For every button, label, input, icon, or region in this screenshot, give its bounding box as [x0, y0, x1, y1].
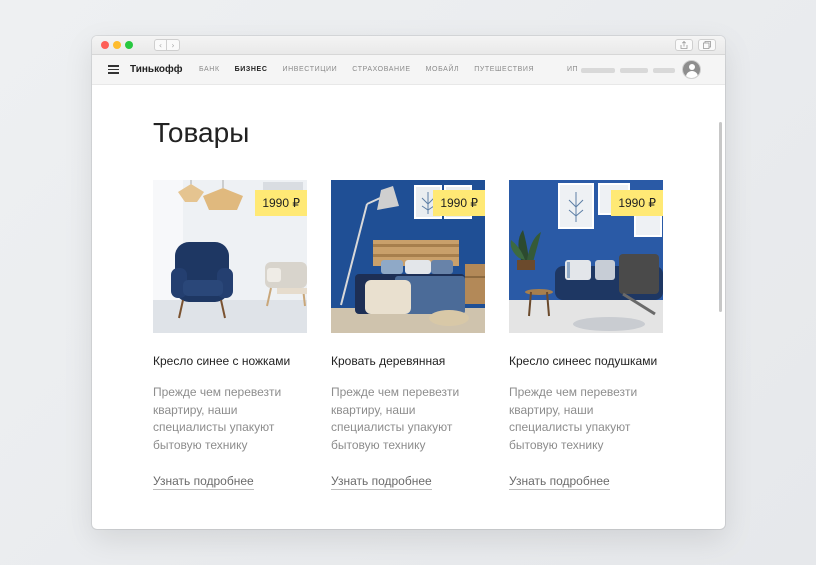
blurred-user-name	[620, 68, 648, 73]
price-badge: 1990 ₽	[433, 190, 485, 216]
product-description: Прежде чем перевезти квартиру, наши спец…	[331, 385, 460, 452]
site-header: Тинькофф Банк Бизнес Инвестиции Страхова…	[92, 55, 725, 85]
product-image-armchair[interactable]: 1990 ₽	[153, 180, 307, 333]
nav-item-insurance[interactable]: Страхование	[352, 66, 410, 73]
forward-icon[interactable]: ›	[167, 39, 180, 51]
browser-window: ‹ › Тинькофф Банк Бизнес Инвестиции Стра…	[92, 36, 725, 529]
price-badge: 1990 ₽	[611, 190, 663, 216]
avatar[interactable]	[682, 60, 701, 79]
history-nav: ‹ ›	[154, 39, 180, 51]
page-content: Товары 1990 ₽ Кресло синее с ножками Пре…	[92, 86, 725, 529]
page-title: Товары	[153, 117, 250, 148]
product-card: 1990 ₽ Кресло синее с ножками Прежде чем…	[153, 180, 307, 490]
scrollbar[interactable]	[719, 122, 722, 312]
menu-icon[interactable]	[108, 65, 119, 74]
product-description: Прежде чем перевезти квартиру, наши спец…	[509, 385, 638, 452]
product-title[interactable]: Кресло синеес подушками	[509, 352, 663, 370]
blurred-user-name	[653, 68, 675, 73]
product-description: Прежде чем перевезти квартиру, наши спец…	[153, 385, 282, 452]
nav-item-business[interactable]: Бизнес	[235, 66, 268, 73]
product-title[interactable]: Кровать деревянная	[331, 352, 485, 370]
nav-item-travel[interactable]: Путешествия	[474, 66, 534, 73]
tabs-icon[interactable]	[698, 39, 716, 51]
user-prefix[interactable]: ИП	[567, 66, 578, 73]
learn-more-link[interactable]: Узнать подробнее	[509, 474, 610, 490]
product-card: 1990 ₽ Кресло синеес подушками Прежде че…	[509, 180, 663, 490]
product-image-sofa[interactable]: 1990 ₽	[509, 180, 663, 333]
product-card: 1990 ₽ Кровать деревянная Прежде чем пер…	[331, 180, 485, 490]
nav-item-mobile[interactable]: Мобайл	[426, 66, 460, 73]
brand-logo[interactable]: Тинькофф	[130, 64, 183, 75]
window-titlebar: ‹ ›	[92, 36, 725, 55]
share-icon[interactable]	[675, 39, 693, 51]
product-title[interactable]: Кресло синее с ножками	[153, 352, 307, 370]
nav-item-bank[interactable]: Банк	[199, 66, 220, 73]
learn-more-link[interactable]: Узнать подробнее	[331, 474, 432, 490]
product-image-bed[interactable]: 1990 ₽	[331, 180, 485, 333]
toolbar-right	[675, 39, 716, 51]
price-badge: 1990 ₽	[255, 190, 307, 216]
maximize-window-button[interactable]	[125, 41, 133, 49]
learn-more-link[interactable]: Узнать подробнее	[153, 474, 254, 490]
back-icon[interactable]: ‹	[154, 39, 167, 51]
nav-item-investments[interactable]: Инвестиции	[282, 66, 337, 73]
close-window-button[interactable]	[101, 41, 109, 49]
main-nav: Банк Бизнес Инвестиции Страхование Мобай…	[199, 66, 534, 73]
minimize-window-button[interactable]	[113, 41, 121, 49]
blurred-user-name	[581, 68, 615, 73]
